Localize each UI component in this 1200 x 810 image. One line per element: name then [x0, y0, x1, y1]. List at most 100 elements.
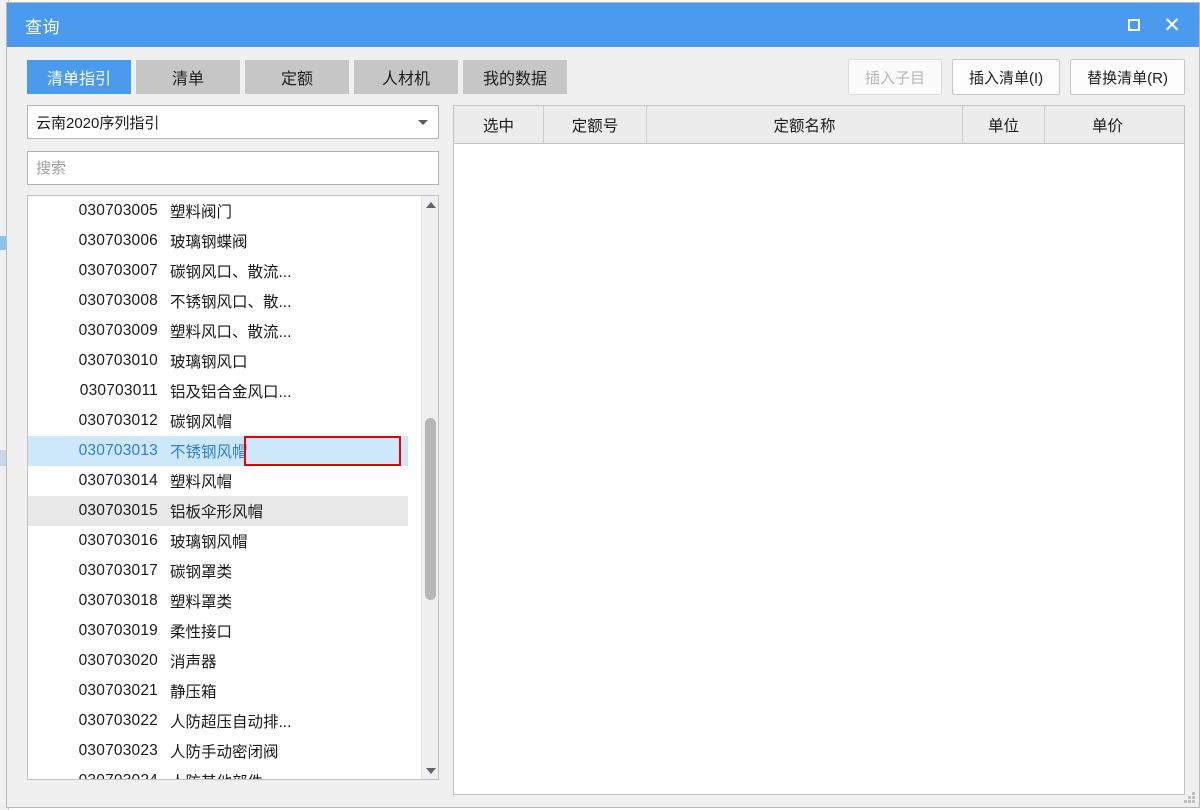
list-item-name: 碳钢风帽 — [170, 414, 233, 431]
query-dialog: 查询 ✕ 清单指引 清单 定额 人材机 我的数据 插入子目 插入清单(I) 替换… — [6, 2, 1200, 808]
scroll-up-arrow-icon — [425, 201, 436, 208]
tab-dinge[interactable]: 定额 — [245, 60, 349, 94]
list-item-code: 030703014 — [78, 472, 158, 489]
list-item[interactable]: 030703016 玻璃钢风帽 — [28, 526, 408, 556]
window-controls: ✕ — [1117, 3, 1189, 47]
replace-list-button[interactable]: 替换清单(R) — [1070, 59, 1185, 95]
tab-label: 定额 — [280, 71, 313, 88]
grid-column-header[interactable]: 定额号 — [544, 106, 647, 143]
results-grid-panel: 选中 定额号 定额名称 单位 单价 — [453, 105, 1185, 795]
list-item-name: 铝板伞形风帽 — [170, 504, 264, 521]
maximize-icon — [1128, 19, 1140, 31]
tab-qingdan-zhiyin[interactable]: 清单指引 — [27, 60, 131, 94]
list-item[interactable]: 030703015 铝板伞形风帽 — [28, 496, 408, 526]
list-item-name: 人防手动密闭阀 — [170, 744, 279, 761]
list-item-code: 030703010 — [78, 352, 158, 369]
search-input[interactable] — [28, 152, 438, 184]
list-item[interactable]: 030703007 碳钢风口、散流... — [28, 256, 408, 286]
list-item-code: 030703022 — [78, 712, 158, 729]
list-item[interactable]: 030703017 碳钢罩类 — [28, 556, 408, 586]
list-item-name: 碳钢罩类 — [170, 564, 233, 581]
list-item-code: 030703008 — [78, 292, 158, 309]
grid-column-header[interactable]: 定额名称 — [647, 106, 963, 143]
list-item-name: 不锈钢风口、散... — [170, 294, 292, 311]
tab-bar: 清单指引 清单 定额 人材机 我的数据 — [27, 60, 567, 94]
list-item-name: 静压箱 — [170, 684, 217, 701]
results-grid-header: 选中 定额号 定额名称 单位 单价 — [454, 106, 1184, 144]
grip-dot — [1188, 800, 1191, 803]
list-item-code: 030703015 — [78, 502, 158, 519]
catalog-selected-value: 云南2020序列指引 — [36, 114, 160, 132]
list-item[interactable]: 030703019 柔性接口 — [28, 616, 408, 646]
close-icon: ✕ — [1163, 13, 1181, 37]
list-item-code: 030703023 — [78, 742, 158, 759]
tab-qingdan[interactable]: 清单 — [136, 60, 240, 94]
catalog-dropdown[interactable]: 云南2020序列指引 — [27, 105, 439, 139]
scrollbar-thumb[interactable] — [425, 418, 436, 600]
replace-list-label: 替换清单(R) — [1087, 69, 1168, 87]
list-item-name: 玻璃钢蝶阀 — [170, 234, 248, 251]
list-item[interactable]: 030703010 玻璃钢风口 — [28, 346, 408, 376]
scroll-down-button[interactable] — [422, 762, 438, 779]
list-item-code: 030703018 — [78, 592, 158, 609]
list-item-code: 030703011 — [79, 382, 158, 399]
insert-subitem-button[interactable]: 插入子目 — [847, 59, 942, 95]
left-panel: 云南2020序列指引 030703005塑料阀门030703006玻璃钢蝶阀03… — [27, 105, 439, 795]
resize-grip[interactable] — [1183, 791, 1196, 804]
grip-dot — [1192, 792, 1195, 795]
list-item-code: 030703007 — [78, 262, 158, 279]
search-box[interactable] — [27, 151, 439, 185]
grid-column-header[interactable]: 选中 — [454, 106, 544, 143]
list-item[interactable]: 030703018 塑料罩类 — [28, 586, 408, 616]
title-bar: 查询 ✕ — [7, 3, 1199, 47]
list-item[interactable]: 030703011 铝及铝合金风口... — [28, 376, 408, 406]
list-item-code: 030703016 — [78, 532, 158, 549]
list-item-code: 030703006 — [78, 232, 158, 249]
tab-wodeshuju[interactable]: 我的数据 — [463, 60, 567, 94]
grip-dot — [1184, 800, 1187, 803]
insert-list-button[interactable]: 插入清单(I) — [952, 59, 1061, 95]
list-item-name: 人防其他部件 — [170, 770, 263, 779]
window-title: 查询 — [25, 17, 60, 37]
grid-column-header[interactable]: 单价 — [1045, 106, 1170, 143]
list-item[interactable]: 030703024 人防其他部件 — [28, 766, 408, 779]
list-item[interactable]: 030703013 不锈钢风帽 — [28, 436, 408, 466]
grid-column-header[interactable]: 单位 — [963, 106, 1045, 143]
list-item-code: 030703017 — [78, 562, 158, 579]
list-item[interactable]: 030703009 塑料风口、散流... — [28, 316, 408, 346]
scroll-up-button[interactable] — [422, 196, 438, 213]
list-item[interactable]: 030703005 塑料阀门 — [28, 196, 408, 226]
list-item-code: 030703024 — [28, 772, 158, 779]
list-item[interactable]: 030703014 塑料风帽 — [28, 466, 408, 496]
grip-dot — [1192, 800, 1195, 803]
list-item-code: 030703005 — [78, 202, 158, 219]
grip-dot — [1188, 796, 1191, 799]
action-button-group: 插入子目 插入清单(I) 替换清单(R) — [847, 59, 1185, 95]
list-item[interactable]: 030703023 人防手动密闭阀 — [28, 736, 408, 766]
chevron-down-icon — [418, 119, 428, 125]
results-grid-body[interactable] — [454, 144, 1184, 794]
close-button[interactable]: ✕ — [1155, 10, 1189, 40]
tab-rencaiji[interactable]: 人材机 — [354, 60, 458, 94]
dialog-body: 清单指引 清单 定额 人材机 我的数据 插入子目 插入清单(I) 替换清单(R)… — [7, 47, 1199, 807]
list-item-name: 玻璃钢风帽 — [170, 534, 248, 551]
insert-list-label: 插入清单(I) — [969, 69, 1044, 87]
list-item[interactable]: 030703008 不锈钢风口、散... — [28, 286, 408, 316]
grip-dot — [1192, 796, 1195, 799]
list-item-name: 柔性接口 — [170, 624, 233, 641]
list-item[interactable]: 030703020 消声器 — [28, 646, 408, 676]
list-item-name: 塑料罩类 — [170, 594, 233, 611]
list-item[interactable]: 030703012 碳钢风帽 — [28, 406, 408, 436]
list-item[interactable]: 030703022 人防超压自动排... — [28, 706, 408, 736]
list-item-name: 铝及铝合金风口... — [170, 384, 292, 401]
list-item-name: 玻璃钢风口 — [170, 354, 248, 371]
maximize-button[interactable] — [1117, 10, 1151, 40]
list-item[interactable]: 030703006 玻璃钢蝶阀 — [28, 226, 408, 256]
tab-label: 清单 — [171, 71, 204, 88]
list-item-name: 塑料风帽 — [170, 474, 233, 491]
list-item-name: 消声器 — [170, 654, 217, 671]
tab-label: 清单指引 — [46, 71, 111, 88]
list-scrollbar[interactable] — [421, 196, 438, 779]
list-item-name: 不锈钢风帽 — [170, 444, 248, 461]
list-item[interactable]: 030703021 静压箱 — [28, 676, 408, 706]
